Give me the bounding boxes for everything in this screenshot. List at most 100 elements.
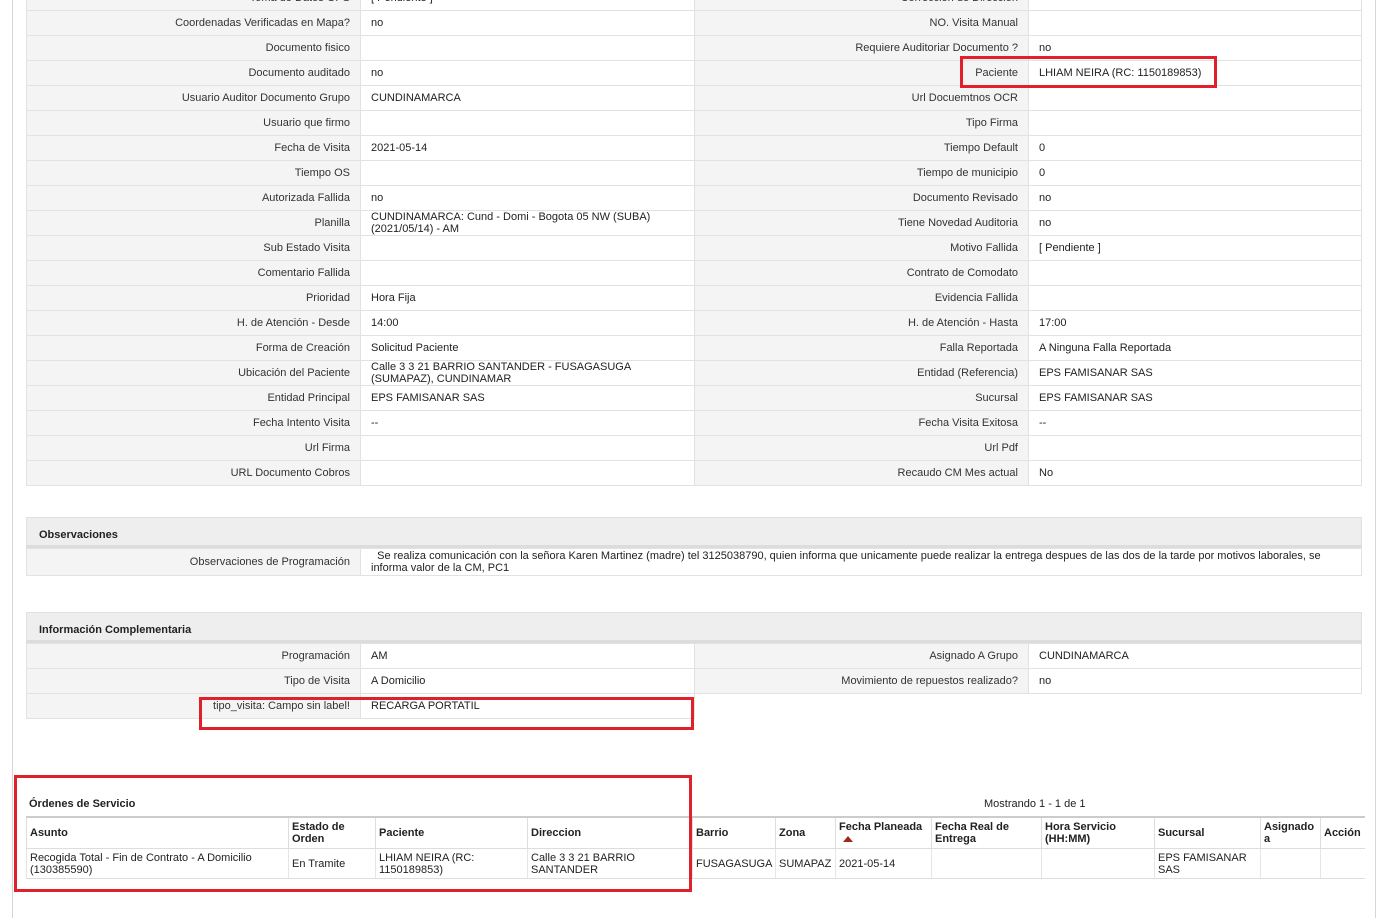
detail-label: Sub Estado Visita bbox=[26, 235, 361, 261]
column-header-label: Zona bbox=[779, 827, 806, 839]
order-cell-direccion: Calle 3 3 21 BARRIO SANTANDER bbox=[527, 848, 693, 879]
detail-value bbox=[1028, 435, 1362, 461]
column-header[interactable]: Sucursal bbox=[1154, 816, 1261, 849]
column-header[interactable]: Asunto bbox=[26, 816, 289, 849]
order-cell-asunto: Recogida Total - Fin de Contrato - A Dom… bbox=[26, 848, 289, 879]
detail-label: Usuario que firmo bbox=[26, 110, 361, 136]
detail-value: CUNDINAMARCA bbox=[360, 85, 695, 111]
info-row: Programación AM Asignado A Grupo CUNDINAMAR… bbox=[26, 643, 1362, 669]
column-header[interactable]: Fecha Real de Entrega bbox=[931, 816, 1042, 849]
column-header[interactable]: Hora Servicio (HH:MM) bbox=[1041, 816, 1155, 849]
detail-label: Tiempo de municipio bbox=[694, 160, 1029, 186]
info-table: Programación AM Asignado A Grupo CUNDINAMAR… bbox=[26, 643, 1362, 719]
observaciones-value: Se realiza comunicación con la señora Ka… bbox=[360, 548, 1362, 576]
detail-row: Prioridad Hora Fija Evidencia Fallida bbox=[26, 285, 1362, 311]
detail-value: CUNDINAMARCA bbox=[1028, 643, 1362, 669]
detail-row: Usuario que firmo Tipo Firma bbox=[26, 110, 1362, 136]
detail-value: AM bbox=[360, 643, 695, 669]
detail-value bbox=[360, 160, 695, 186]
detail-row: Fecha de Visita 2021-05-14 Tiempo Default 0 bbox=[26, 135, 1362, 161]
column-header-label: Acción bbox=[1324, 827, 1361, 839]
detail-label: Forma de Creación bbox=[26, 335, 361, 361]
detail-label: Fecha Visita Exitosa bbox=[694, 410, 1029, 436]
detail-label: Tiempo OS bbox=[26, 160, 361, 186]
order-cell-sucursal: EPS FAMISANAR SAS bbox=[1154, 848, 1261, 879]
column-header-label: Fecha Planeada bbox=[839, 821, 923, 833]
table-row[interactable]: Recogida Total - Fin de Contrato - A Dom… bbox=[26, 848, 1365, 879]
detail-row: Tiempo OS Tiempo de municipio 0 bbox=[26, 160, 1362, 186]
detail-label: Recaudo CM Mes actual bbox=[694, 460, 1029, 486]
detail-label: URL Documento Cobros bbox=[26, 460, 361, 486]
detail-label: tipo_visita: Campo sin label! bbox=[26, 693, 361, 719]
ordenes-table: Asunto Estado de Orden Paciente Direccion Ba… bbox=[26, 816, 1365, 879]
column-header-label: Sucursal bbox=[1158, 827, 1205, 839]
detail-label: Sucursal bbox=[694, 385, 1029, 411]
detail-label: Usuario Auditor Documento Grupo bbox=[26, 85, 361, 111]
detail-label: Fecha de Visita bbox=[26, 135, 361, 161]
detail-value: LHIAM NEIRA (RC: 1150189853) bbox=[1028, 60, 1362, 86]
order-cell-estado: En Tramite bbox=[288, 848, 376, 879]
column-header-label: Barrio bbox=[696, 827, 729, 839]
order-cell-paciente: LHIAM NEIRA (RC: 1150189853) bbox=[375, 848, 528, 879]
detail-label: Comentario Fallida bbox=[26, 260, 361, 286]
order-cell-barrio: FUSAGASUGA bbox=[692, 848, 776, 879]
detail-value: -- bbox=[360, 410, 695, 436]
table-header-row: Asunto Estado de Orden Paciente Direccion Ba… bbox=[26, 816, 1365, 849]
detail-table: Toma de Datos GPS [ Pendiente ] Correcci… bbox=[26, 0, 1362, 486]
column-header-label: Paciente bbox=[379, 827, 425, 839]
detail-label: Entidad Principal bbox=[26, 385, 361, 411]
empty-cell bbox=[695, 694, 1029, 719]
detail-label: Documento auditado bbox=[26, 60, 361, 86]
column-header[interactable]: Estado de Orden bbox=[288, 816, 376, 849]
detail-label: Tipo de Visita bbox=[26, 668, 361, 694]
detail-row: Url Firma Url Pdf bbox=[26, 435, 1362, 461]
detail-value: 17:00 bbox=[1028, 310, 1362, 336]
detail-row: Ubicación del Paciente Calle 3 3 21 BARRI… bbox=[26, 360, 1362, 386]
detail-label: Documento Revisado bbox=[694, 185, 1029, 211]
order-cell-fecha-planeada: 2021-05-14 bbox=[835, 848, 932, 879]
detail-row: Entidad Principal EPS FAMISANAR SAS Sucurs… bbox=[26, 385, 1362, 411]
detail-label: H. de Atención - Desde bbox=[26, 310, 361, 336]
detail-label: Falla Reportada bbox=[694, 335, 1029, 361]
detail-value: 2021-05-14 bbox=[360, 135, 695, 161]
detail-value: no bbox=[1028, 210, 1362, 236]
column-header[interactable]: Fecha Planeada bbox=[835, 816, 932, 849]
detail-row: Comentario Fallida Contrato de Comodato bbox=[26, 260, 1362, 286]
detail-row: Fecha Intento Visita -- Fecha Visita Exito… bbox=[26, 410, 1362, 436]
detail-row-cut: Toma de Datos GPS [ Pendiente ] Correcci… bbox=[26, 0, 1362, 11]
column-header-label: Asunto bbox=[30, 827, 68, 839]
column-header[interactable]: Asignado a bbox=[1260, 816, 1321, 849]
column-header[interactable]: Paciente bbox=[375, 816, 528, 849]
detail-value bbox=[1028, 285, 1362, 311]
column-header[interactable]: Zona bbox=[775, 816, 836, 849]
detail-value bbox=[360, 235, 695, 261]
detail-value: no bbox=[1028, 668, 1362, 694]
detail-value bbox=[1028, 0, 1362, 11]
detail-row: URL Documento Cobros Recaudo CM Mes actua… bbox=[26, 460, 1362, 486]
column-header[interactable]: Barrio bbox=[692, 816, 776, 849]
order-cell-accion bbox=[1320, 848, 1365, 879]
detail-label: Planilla bbox=[26, 210, 361, 236]
detail-label: NO. Visita Manual bbox=[694, 10, 1029, 36]
detail-value bbox=[1028, 260, 1362, 286]
detail-value: no bbox=[1028, 35, 1362, 61]
detail-value bbox=[360, 35, 695, 61]
detail-value: Hora Fija bbox=[360, 285, 695, 311]
detail-label: Prioridad bbox=[26, 285, 361, 311]
sort-ascending-icon[interactable] bbox=[843, 836, 853, 842]
detail-label: Observaciones de Programación bbox=[26, 548, 361, 576]
pagination-info: Mostrando 1 - 1 de 1 bbox=[984, 798, 1086, 810]
detail-label: Motivo Fallida bbox=[694, 235, 1029, 261]
column-header[interactable]: Direccion bbox=[527, 816, 693, 849]
detail-value: CUNDINAMARCA: Cund - Domi - Bogota 05 NW… bbox=[360, 210, 695, 236]
detail-label: Evidencia Fallida bbox=[694, 285, 1029, 311]
detail-value: [ Pendiente ] bbox=[1028, 235, 1362, 261]
info-row-tipo-visita: tipo_visita: Campo sin label! RECARGA POR… bbox=[26, 693, 1362, 719]
column-header-label: Hora Servicio (HH:MM) bbox=[1045, 821, 1116, 845]
detail-value: no bbox=[1028, 185, 1362, 211]
column-header[interactable]: Acción bbox=[1320, 816, 1365, 849]
detail-row: Documento fisico Requiere Auditoriar Docu… bbox=[26, 35, 1362, 61]
detail-value: EPS FAMISANAR SAS bbox=[1028, 385, 1362, 411]
observaciones-table: Observaciones de Programación Se realiza… bbox=[26, 548, 1362, 576]
detail-label: Coordenadas Verificadas en Mapa? bbox=[26, 10, 361, 36]
